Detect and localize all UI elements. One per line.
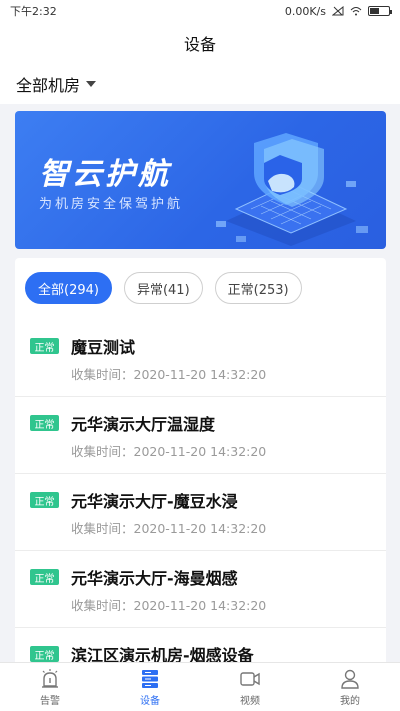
- status-badge: 正常: [30, 492, 59, 508]
- tab-alarm[interactable]: 告警: [0, 663, 100, 711]
- wifi-icon: [350, 7, 362, 16]
- filter-abnormal[interactable]: 异常(41): [123, 272, 203, 304]
- list-item[interactable]: 正常 元华演示大厅温湿度 收集时间：2020-11-20 14:32:20: [15, 397, 386, 474]
- tab-device[interactable]: 设备: [100, 663, 200, 711]
- device-panel: 全部(294) 异常(41) 正常(253) 正常 魔豆测试 收集时间：2020…: [15, 258, 386, 662]
- collect-time: 收集时间：2020-11-20 14:32:20: [71, 367, 267, 382]
- status-time: 下午2:32: [10, 5, 57, 18]
- device-name: 元华演示大厅-魔豆水浸: [71, 492, 238, 511]
- room-selector[interactable]: 全部机房: [0, 64, 400, 104]
- bottom-tab-bar: 告警 设备 视频 我的: [0, 662, 400, 711]
- status-badge: 正常: [30, 415, 59, 431]
- collect-time: 收集时间：2020-11-20 14:32:20: [71, 521, 267, 536]
- device-name: 元华演示大厅-海曼烟感: [71, 569, 238, 588]
- list-item[interactable]: 正常 滨江区演示机房-烟感设备: [15, 628, 386, 662]
- status-icons: 0.00K/s: [284, 4, 392, 18]
- filter-all[interactable]: 全部(294): [25, 272, 112, 304]
- banner-subtitle: 为机房安全保驾护航: [39, 197, 184, 212]
- collect-time: 收集时间：2020-11-20 14:32:20: [71, 598, 267, 613]
- device-name: 滨江区演示机房-烟感设备: [71, 646, 254, 662]
- tab-label: 视频: [240, 696, 260, 707]
- video-camera-icon: [240, 672, 260, 686]
- status-badge: 正常: [30, 646, 59, 662]
- list-item[interactable]: 正常 魔豆测试 收集时间：2020-11-20 14:32:20: [15, 320, 386, 397]
- shield-server-illustration: [216, 133, 368, 246]
- device-list: 正常 魔豆测试 收集时间：2020-11-20 14:32:20 正常 元华演示…: [15, 320, 386, 662]
- status-bar: 下午2:32 0.00K/s: [0, 0, 400, 22]
- tab-label: 我的: [340, 696, 360, 707]
- device-name: 元华演示大厅温湿度: [71, 415, 216, 434]
- status-badge: 正常: [30, 569, 59, 585]
- user-icon: [341, 669, 359, 689]
- server-icon: [142, 670, 158, 688]
- tab-label: 告警: [40, 696, 60, 707]
- tab-label: 设备: [140, 696, 160, 707]
- list-item[interactable]: 正常 元华演示大厅-魔豆水浸 收集时间：2020-11-20 14:32:20: [15, 474, 386, 551]
- status-badge: 正常: [30, 338, 59, 354]
- tab-video[interactable]: 视频: [200, 663, 300, 711]
- banner: 智云护航 为机房安全保驾护航: [15, 111, 386, 249]
- tab-mine[interactable]: 我的: [300, 663, 400, 711]
- caret-down-icon: [86, 81, 97, 87]
- banner-title: 智云护航: [39, 157, 171, 192]
- page-title: 设备: [0, 22, 400, 64]
- room-selector-label: 全部机房: [16, 76, 81, 95]
- battery-icon: [368, 6, 392, 16]
- network-speed: 0.00K/s: [284, 4, 326, 18]
- signal-icon: [332, 6, 344, 16]
- filter-group: 全部(294) 异常(41) 正常(253): [25, 272, 302, 304]
- alarm-icon: [42, 669, 58, 688]
- device-name: 魔豆测试: [71, 338, 136, 357]
- collect-time: 收集时间：2020-11-20 14:32:20: [71, 444, 267, 459]
- filter-normal[interactable]: 正常(253): [214, 272, 302, 304]
- list-item[interactable]: 正常 元华演示大厅-海曼烟感 收集时间：2020-11-20 14:32:20: [15, 551, 386, 628]
